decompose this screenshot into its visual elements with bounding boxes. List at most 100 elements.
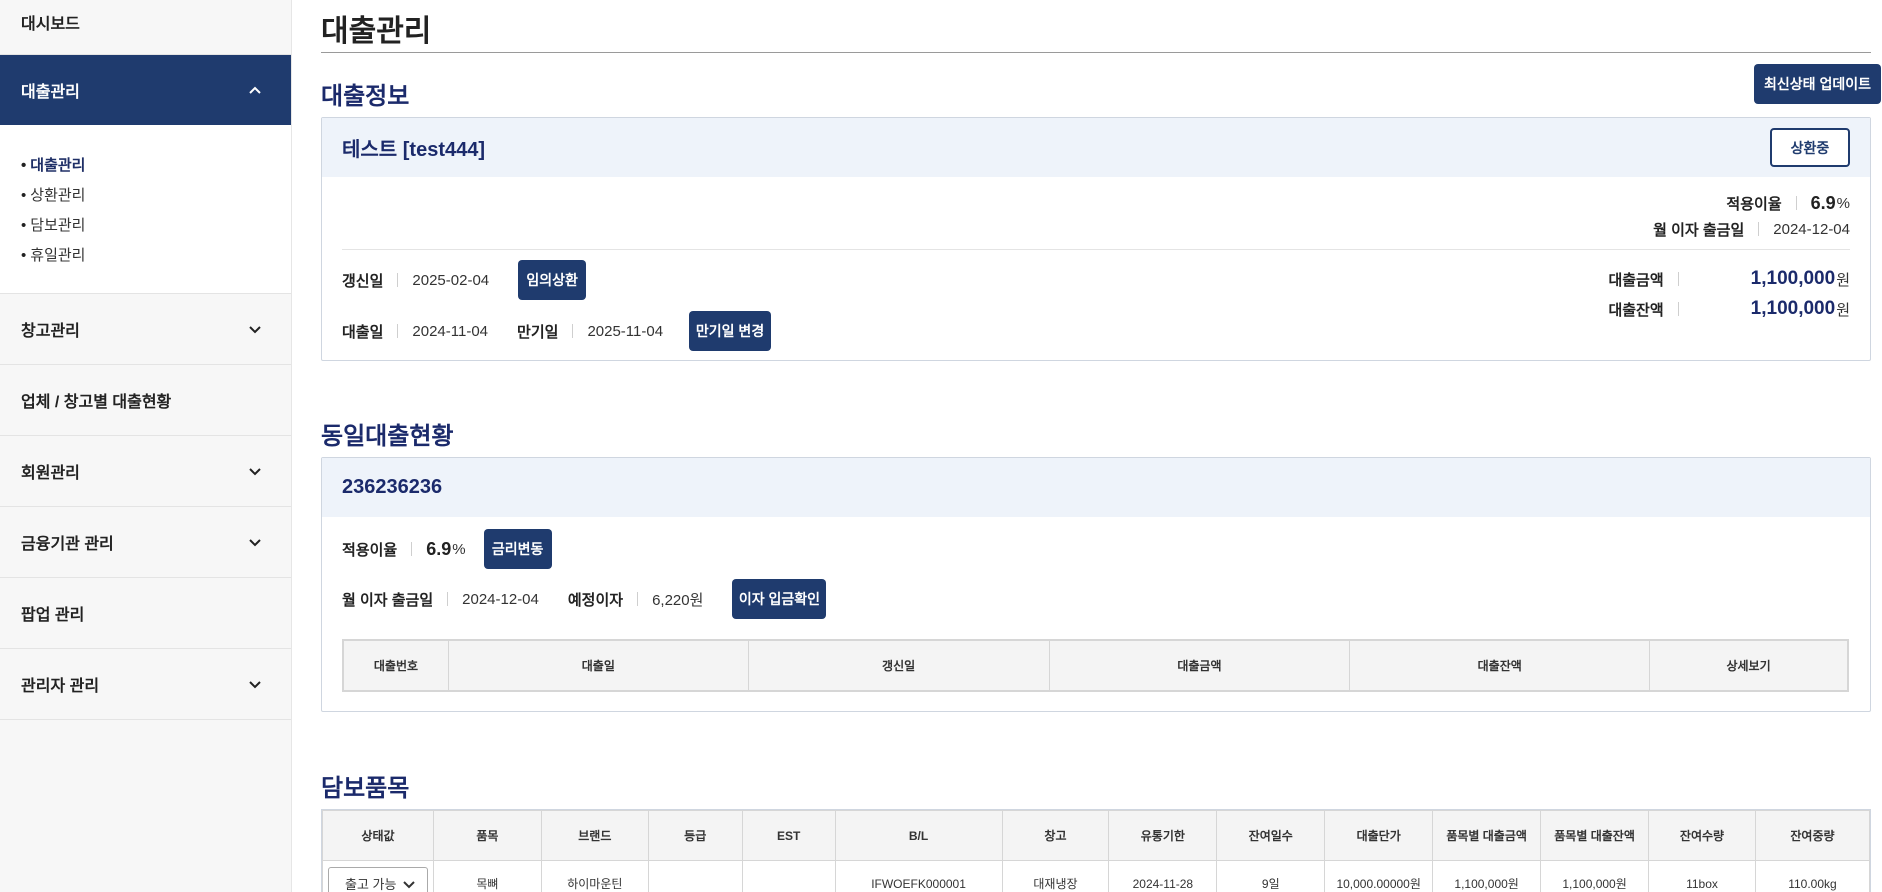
submenu-item-collateral[interactable]: 담보관리 xyxy=(21,211,291,241)
item-cell: 목뼈 xyxy=(432,860,542,892)
weight-cell: 110.00kg xyxy=(1754,860,1870,892)
qty-cell: 11box xyxy=(1648,860,1756,892)
interest-date-row: 월 이자 출금일 2024-12-04 xyxy=(1653,216,1850,242)
same-rate-row: 적용이율 6.9% 금리변동 xyxy=(342,529,552,569)
sidebar-item-label: 대시보드 xyxy=(21,16,80,33)
chevron-down-icon xyxy=(247,463,263,479)
applied-rate-value: 6.9 xyxy=(426,538,452,559)
loan-submenu: 대출관리 상환관리 담보관리 휴일관리 xyxy=(0,125,291,294)
sidebar-item-label: 금융기관 관리 xyxy=(21,536,114,553)
expected-interest-label: 예정이자 xyxy=(567,591,624,609)
applied-rate-label: 적용이율 xyxy=(1726,195,1782,213)
chevron-down-icon xyxy=(247,534,263,550)
sidebar-item-label: 창고관리 xyxy=(21,323,80,340)
sidebar-item-popup[interactable]: 팝업 관리 xyxy=(0,578,291,649)
col-header: 품목별 대출잔액 xyxy=(1540,810,1650,861)
same-loan-table: 대출번호 대출일 갱신일 대출금액 대출잔액 상세보기 xyxy=(343,640,1848,691)
table-row: 출고 가능 목뼈 하이마운틴 IFWOEFK000001 대재냉장 2024-1… xyxy=(322,860,1870,892)
maturity-value: 2025-11-04 xyxy=(587,322,664,340)
sidebar-item-admin[interactable]: 관리자 관리 xyxy=(0,649,291,720)
warehouse-cell: 대재냉장 xyxy=(1001,860,1110,892)
loan-balance-row: 대출잔액 1,100,000 원 xyxy=(1608,294,1850,324)
applied-rate-label: 적용이율 xyxy=(342,541,398,559)
loan-amount-value: 1,100,000 xyxy=(1750,268,1836,289)
loan-date-value: 2024-11-04 xyxy=(412,322,489,340)
sidebar-item-dashboard[interactable]: 대시보드 xyxy=(0,0,291,55)
page-title: 대출관리 xyxy=(321,0,1871,53)
renewal-value: 2025-02-04 xyxy=(412,271,490,289)
col-header: 대출잔액 xyxy=(1349,640,1651,691)
loan-amount-block: 대출금액 1,100,000 원 대출잔액 1,100,000 원 xyxy=(1608,264,1850,324)
col-header: 창고 xyxy=(1001,810,1110,861)
col-header: 품목별 대출금액 xyxy=(1432,810,1542,861)
grade-cell xyxy=(647,860,743,892)
won-unit: 원 xyxy=(1836,301,1850,319)
loan-balance-label: 대출잔액 xyxy=(1608,301,1664,319)
loan-rate-block: 적용이율 6.9% 월 이자 출금일 2024-12-04 xyxy=(1653,192,1850,242)
sidebar-item-finance[interactable]: 금융기관 관리 xyxy=(0,507,291,578)
status-select[interactable]: 출고 가능 xyxy=(327,866,428,892)
chevron-down-icon xyxy=(247,676,263,692)
submenu-item-repayment[interactable]: 상환관리 xyxy=(21,181,291,211)
col-header: 등급 xyxy=(647,810,743,861)
sidebar-item-label: 관리자 관리 xyxy=(21,678,100,695)
status-select-value: 출고 가능 xyxy=(344,877,397,892)
col-header: 대출금액 xyxy=(1048,640,1351,691)
submenu-item-loan-management[interactable]: 대출관리 xyxy=(21,151,291,181)
divider xyxy=(342,249,1850,250)
maturity-label: 만기일 xyxy=(517,323,559,341)
update-status-button[interactable]: 최신상태 업데이트 xyxy=(1754,64,1881,104)
col-header: 잔여수량 xyxy=(1648,810,1756,861)
submenu-item-holiday[interactable]: 휴일관리 xyxy=(21,241,291,271)
sidebar-item-loan-management[interactable]: 대출관리 xyxy=(0,55,291,125)
same-loan-header: 236236236 xyxy=(322,458,1870,517)
renewal-row: 갱신일 2025-02-04 임의상환 xyxy=(342,260,587,300)
loan-amount-row: 대출금액 1,100,000 원 xyxy=(1608,264,1850,294)
early-repay-button[interactable]: 임의상환 xyxy=(518,260,587,300)
interest-confirm-button[interactable]: 이자 입금확인 xyxy=(732,579,827,619)
rate-change-button[interactable]: 금리변동 xyxy=(483,529,552,569)
col-header: 잔여중량 xyxy=(1754,810,1870,861)
status-cell: 출고 가능 xyxy=(322,860,434,892)
sidebar-item-label: 업체 / 창고별 대출현황 xyxy=(21,394,172,411)
col-header: 대출단가 xyxy=(1324,810,1434,861)
interest-date-label: 월 이자 출금일 xyxy=(342,591,434,609)
chevron-up-icon xyxy=(247,82,263,98)
interest-date-value: 2024-12-04 xyxy=(462,590,539,608)
change-maturity-button[interactable]: 만기일 변경 xyxy=(689,311,772,351)
sidebar-item-label: 대출관리 xyxy=(21,84,80,101)
col-header: 대출번호 xyxy=(343,640,449,691)
col-header: 상세보기 xyxy=(1649,640,1848,691)
sidebar-item-members[interactable]: 회원관리 xyxy=(0,436,291,507)
loan-card-header: 테스트 [test444] 상환중 xyxy=(322,118,1870,177)
rate-unit: % xyxy=(452,540,466,558)
applied-rate-value: 6.9 xyxy=(1810,192,1836,213)
sidebar-item-warehouse[interactable]: 창고관리 xyxy=(0,294,291,365)
repayment-status-button[interactable]: 상환중 xyxy=(1770,128,1850,167)
same-loan-card: 236236236 적용이율 6.9% 금리변동 월 이자 출금일 2024-1… xyxy=(321,457,1871,712)
days-cell: 9일 xyxy=(1216,860,1326,892)
applied-rate-row: 적용이율 6.9% xyxy=(1653,192,1850,214)
col-header: 유통기한 xyxy=(1108,810,1218,861)
loan-amount-label: 대출금액 xyxy=(1608,271,1664,289)
same-loan-id: 236236236 xyxy=(342,476,443,498)
main-content: 대출관리 대출정보 최신상태 업데이트 테스트 [test444] 상환중 적용… xyxy=(321,0,1881,892)
chevron-down-icon xyxy=(247,321,263,337)
col-header: 갱신일 xyxy=(747,640,1050,691)
sidebar-item-company-loans[interactable]: 업체 / 창고별 대출현황 xyxy=(0,365,291,436)
collateral-title: 담보품목 xyxy=(321,775,410,802)
same-loan-title: 동일대출현황 xyxy=(321,423,454,450)
bl-cell: IFWOEFK000001 xyxy=(834,860,1003,892)
est-cell xyxy=(741,860,836,892)
col-header: EST xyxy=(741,810,836,861)
interest-date-value: 2024-12-04 xyxy=(1773,220,1850,238)
col-header: B/L xyxy=(834,810,1003,861)
collateral-table: 상태값 품목 브랜드 등급 EST B/L 창고 유통기한 잔여일수 대출단가 … xyxy=(322,810,1870,892)
col-header: 잔여일수 xyxy=(1216,810,1326,861)
loan-info-title: 대출정보 xyxy=(321,83,410,110)
loan-date-label: 대출일 xyxy=(342,323,384,341)
expiry-cell: 2024-11-28 xyxy=(1108,860,1218,892)
sidebar-item-label: 회원관리 xyxy=(21,465,80,482)
same-loan-table-wrap: 대출번호 대출일 갱신일 대출금액 대출잔액 상세보기 xyxy=(342,639,1849,692)
loan-date-row: 대출일 2024-11-04 만기일 2025-11-04 만기일 변경 xyxy=(342,311,772,351)
